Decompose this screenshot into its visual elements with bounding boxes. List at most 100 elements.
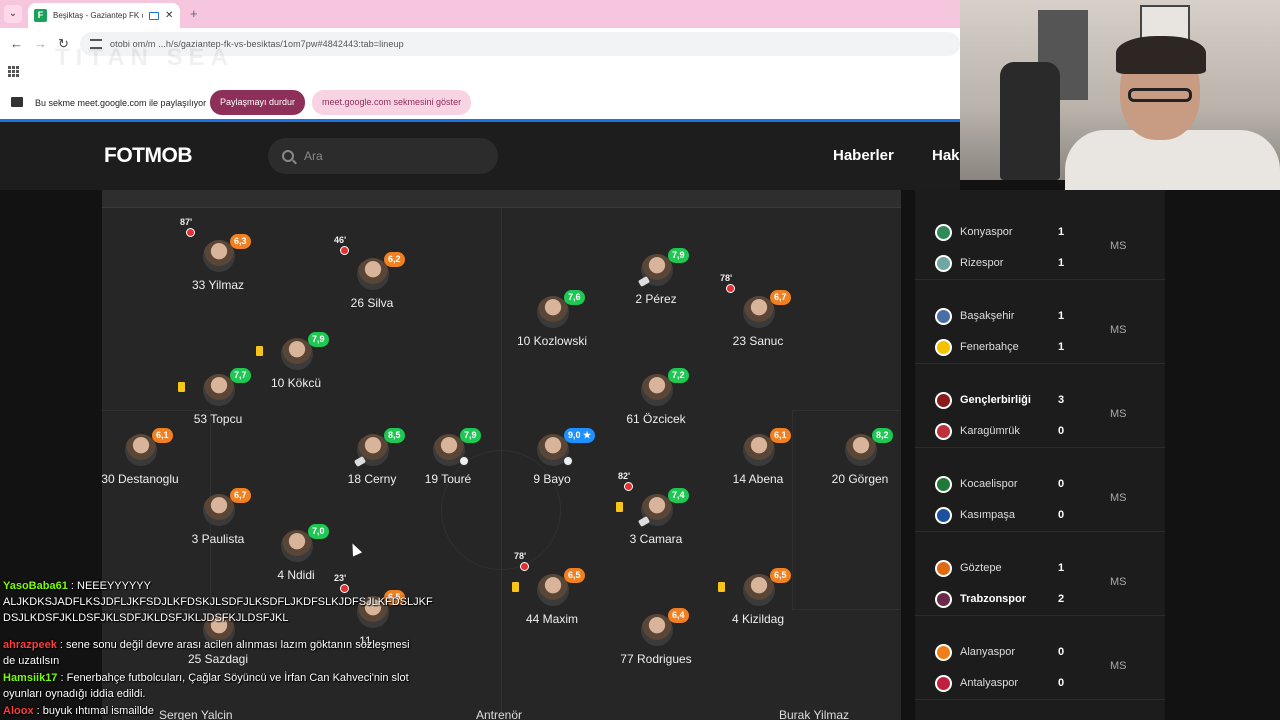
- player-rating: 6,5: [564, 568, 585, 583]
- home-team: Göztepe: [935, 559, 1002, 577]
- screen: ⌄ F Beşiktaş - Gaziantep FK canlı ✕ + ← …: [0, 0, 1280, 720]
- sub-minute: 46': [334, 235, 347, 245]
- chat-username: Aloox: [3, 705, 34, 717]
- player-rating: 7,0: [308, 524, 329, 539]
- player-rating: 6,2: [384, 252, 405, 267]
- tab-title: Beşiktaş - Gaziantep FK canlı: [53, 11, 143, 20]
- match-row[interactable]: Konyaspor 1 Rizespor 1 MS: [915, 196, 1165, 280]
- player-11[interactable]: 7,6 10 Kozlowski: [492, 278, 612, 368]
- team-logo-icon: [935, 674, 952, 692]
- match-status: MS: [1110, 492, 1127, 504]
- player-rating: 6,3: [230, 234, 251, 249]
- match-row[interactable]: Kocaelispor 0 Kasımpaşa 0 MS: [915, 448, 1165, 532]
- player-13[interactable]: 6,7 78' 23 Sanuc: [698, 273, 818, 368]
- match-status: MS: [1110, 324, 1127, 336]
- player-15[interactable]: 9,0 ★ 9 Bayo: [492, 416, 612, 506]
- player-rating: 7,7: [230, 368, 251, 383]
- screen-share-icon: [11, 97, 23, 107]
- match-row[interactable]: Gençlerbirliği 3 Karagümrük 0 MS: [915, 364, 1165, 448]
- goal-ball-icon: [563, 456, 573, 466]
- player-rating: 6,7: [770, 290, 791, 305]
- home-score: 0: [1058, 478, 1065, 490]
- home-score: 0: [1058, 646, 1065, 658]
- substitution-icon: [624, 482, 633, 491]
- active-tab[interactable]: F Beşiktaş - Gaziantep FK canlı ✕: [28, 3, 180, 28]
- player-17[interactable]: 8,2 20 Görgen: [800, 416, 920, 506]
- away-score: 0: [1058, 677, 1065, 689]
- player-21[interactable]: 6,4 77 Rodrigues: [596, 596, 716, 686]
- fotmob-favicon-icon: F: [34, 9, 47, 22]
- player-20[interactable]: 6,5 4 Kizildag: [698, 556, 818, 646]
- player-rating: 7,9: [460, 428, 481, 443]
- chat-text: : buyuk ıhtımal ismaillde: [33, 705, 154, 717]
- chat-message: Aloox : buyuk ıhtımal ismaillde: [3, 703, 413, 719]
- player-rating: 6,1: [770, 428, 791, 443]
- chat-text: : Fenerbahçe futbolcuları, Çağlar Söyünc…: [3, 672, 409, 700]
- player-19[interactable]: 6,5 78' 44 Maxim: [492, 551, 612, 646]
- coach-label: Antrenör: [476, 708, 523, 720]
- apps-grid-icon[interactable]: [8, 66, 19, 77]
- away-team: Rizespor: [935, 254, 1003, 272]
- sharing-message: Bu sekme meet.google.com ile paylaşılıyo…: [35, 98, 207, 108]
- away-team: Fenerbahçe: [935, 338, 1019, 356]
- player-name: 44 Maxim: [525, 612, 578, 626]
- player-name: 19 Touré: [424, 472, 472, 486]
- player-1[interactable]: 6,2 46' 26 Silva: [312, 235, 432, 330]
- away-team: Antalyaspor: [935, 674, 1018, 692]
- team-logo-icon: [935, 506, 952, 524]
- watermark-text: TITAN SEA: [55, 44, 234, 71]
- tab-search-button[interactable]: ⌄: [4, 5, 22, 23]
- team-logo-icon: [935, 590, 952, 608]
- forward-icon[interactable]: →: [34, 36, 47, 51]
- player-rating: 6,7: [230, 488, 251, 503]
- away-team: Kasımpaşa: [935, 506, 1015, 524]
- player-6[interactable]: 7,9 19 Touré: [388, 416, 508, 506]
- search-icon: [282, 150, 294, 162]
- back-icon[interactable]: ←: [10, 36, 23, 51]
- show-meet-tab-button[interactable]: meet.google.com sekmesini göster: [312, 90, 472, 115]
- player-name: 9 Bayo: [533, 472, 571, 486]
- team-logo-icon: [935, 254, 952, 272]
- fotmob-logo[interactable]: FOTMOB: [104, 144, 192, 168]
- team-logo-icon: [935, 559, 952, 577]
- search-box[interactable]: [268, 138, 498, 174]
- team-logo-icon: [935, 391, 952, 409]
- home-team: Kocaelispor: [935, 475, 1017, 493]
- chat-message: YasoBaba61 : NEEEYYYYYY ALJKDKSJADFLKSJD…: [3, 578, 433, 626]
- chat-username: ahrazpeek: [3, 639, 57, 651]
- home-team: Alanyaspor: [935, 643, 1015, 661]
- player-rating: 6,4: [668, 608, 689, 623]
- player-name: 77 Rodrigues: [620, 652, 692, 666]
- stop-sharing-button[interactable]: Paylaşmayı durdur: [210, 90, 306, 115]
- player-name: 4 Kizildag: [731, 612, 785, 626]
- team-logo-icon: [935, 223, 952, 241]
- nav-news[interactable]: Haberler: [833, 147, 894, 164]
- player-18[interactable]: 7,4 82' 3 Camara: [596, 471, 716, 566]
- chat-message: Hamsiik17 : Fenerbahçe futbolcuları, Çağ…: [3, 670, 413, 702]
- player-rating: 6,5: [770, 568, 791, 583]
- match-status: MS: [1110, 660, 1127, 672]
- tab-close-icon[interactable]: ✕: [165, 10, 173, 21]
- away-coach-name: Burak Yilmaz: [779, 708, 850, 720]
- team-logo-icon: [935, 643, 952, 661]
- new-tab-icon[interactable]: +: [190, 6, 198, 21]
- match-row[interactable]: Göztepe 1 Trabzonspor 2 MS: [915, 532, 1165, 616]
- match-row[interactable]: Başakşehir 1 Fenerbahçe 1 MS: [915, 280, 1165, 364]
- match-row[interactable]: Alanyaspor 0 Antalyaspor 0 MS: [915, 616, 1165, 700]
- player-rating: 7,9: [308, 332, 329, 347]
- away-score: 1: [1058, 257, 1065, 269]
- nav-more[interactable]: Hak: [932, 147, 960, 164]
- player-0[interactable]: 6,3 87' 33 Yilmaz: [158, 217, 278, 312]
- home-score: 1: [1058, 310, 1065, 322]
- chat-text: : NEEEYYYYYY ALJKDKSJADFLKSJDFLJKFSDJLKF…: [3, 580, 433, 624]
- player-rating: 8,2: [872, 428, 893, 443]
- sub-minute: 78': [720, 273, 733, 283]
- player-rating: 7,9: [668, 248, 689, 263]
- tab-sharing-icon: [149, 11, 159, 20]
- team-logo-icon: [935, 475, 952, 493]
- sub-minute: 82': [618, 471, 631, 481]
- home-score: 3: [1058, 394, 1065, 406]
- team-logo-icon: [935, 338, 952, 356]
- search-input[interactable]: [304, 149, 464, 163]
- yellow-card-icon: [512, 582, 519, 592]
